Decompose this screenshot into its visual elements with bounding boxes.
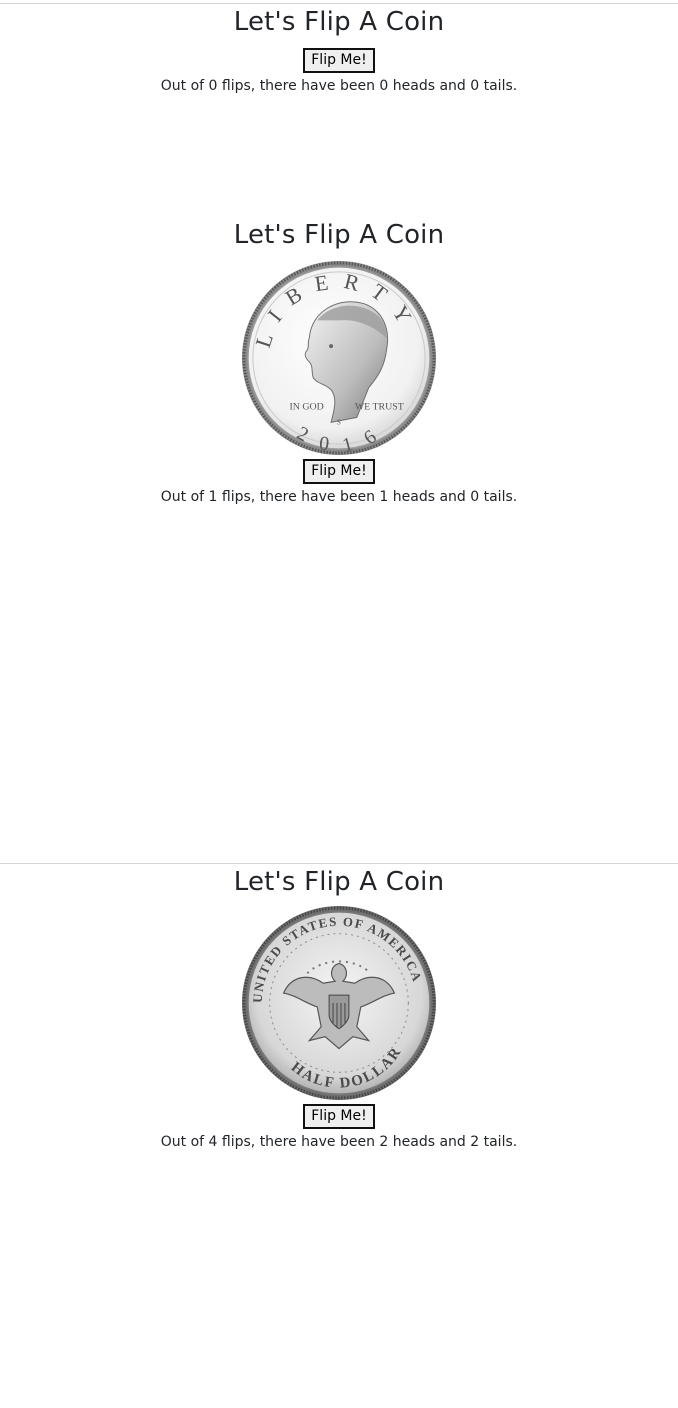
coin-mint-mark: S xyxy=(337,419,341,426)
flip-button[interactable]: Flip Me! xyxy=(303,48,375,73)
flip-tally: Out of 1 flips, there have been 1 heads … xyxy=(160,489,518,505)
page-title: Let's Flip A Coin xyxy=(233,220,445,250)
coin-motto-right: WE TRUST xyxy=(355,401,404,412)
flip-button[interactable]: Flip Me! xyxy=(303,459,375,484)
flip-button[interactable]: Flip Me! xyxy=(303,1104,375,1129)
page-title: Let's Flip A Coin xyxy=(233,7,445,37)
coin-heads-image: LIBERTY IN GOD WE TRUST S 2016 xyxy=(241,260,437,457)
flip-tally: Out of 0 flips, there have been 0 heads … xyxy=(160,78,518,94)
coin-flip-frame-initial: Let's Flip A Coin Flip Me! Out of 0 flip… xyxy=(0,4,678,97)
coin-flip-frame-tails: Let's Flip A Coin UNITED STATES OF AMERI… xyxy=(0,864,678,1153)
flip-tally: Out of 4 flips, there have been 2 heads … xyxy=(160,1134,518,1150)
page-title: Let's Flip A Coin xyxy=(233,867,445,897)
coin-motto-left: IN GOD xyxy=(290,401,324,412)
coin-tails-image: UNITED STATES OF AMERICA HALF DOLLAR xyxy=(241,905,437,1101)
coin-flip-frame-heads: Let's Flip A Coin LIBERTY IN GOD WE TRUS… xyxy=(0,217,678,508)
